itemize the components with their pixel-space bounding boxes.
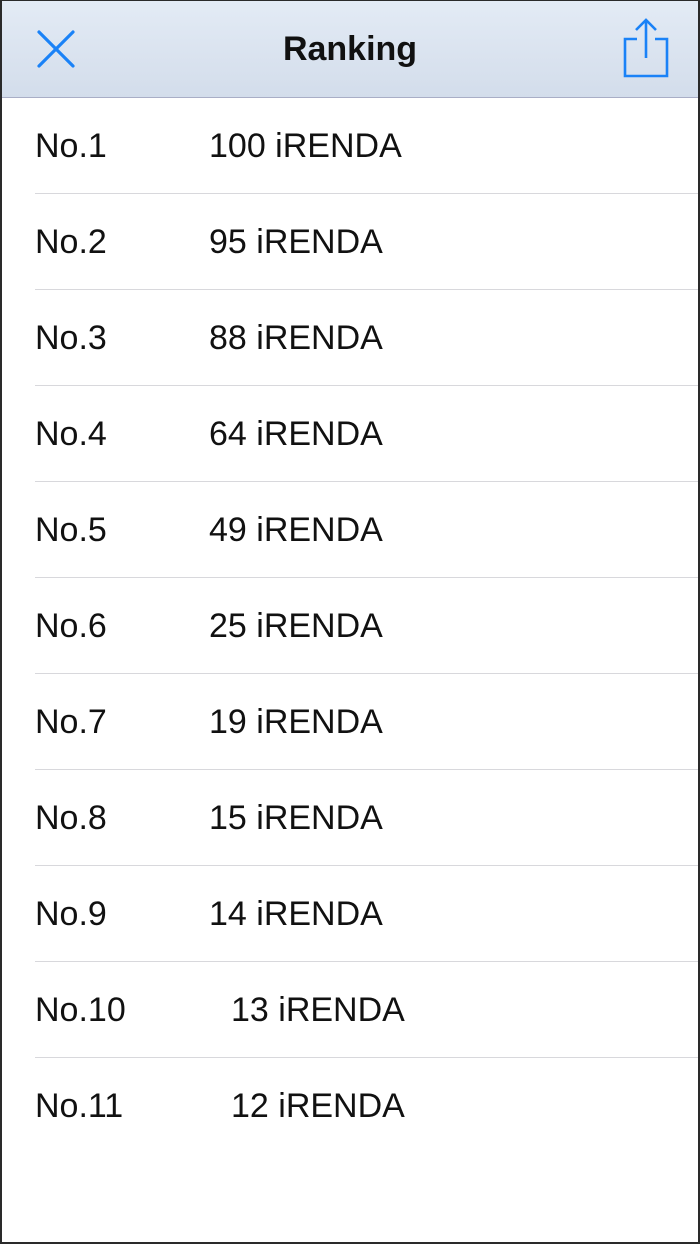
score-label: 64 iRENDA	[209, 415, 383, 453]
list-item: No.11 12 iRENDA	[2, 1058, 698, 1154]
ranking-screen: Ranking No.1 100 iRENDA No.2 95 iRENDA N…	[0, 0, 700, 1244]
score-label: 13 iRENDA	[231, 991, 405, 1029]
rank-label: No.11	[35, 1087, 124, 1125]
rank-label: No.4	[35, 415, 107, 453]
ranking-list: No.1 100 iRENDA No.2 95 iRENDA No.3 88 i…	[2, 98, 698, 1154]
rank-label: No.9	[35, 895, 107, 933]
list-item: No.9 14 iRENDA	[2, 866, 698, 962]
rank-label: No.8	[35, 799, 107, 837]
rank-label: No.6	[35, 607, 107, 645]
list-item: No.2 95 iRENDA	[2, 194, 698, 290]
rank-label: No.3	[35, 319, 107, 357]
score-label: 25 iRENDA	[209, 607, 383, 645]
share-icon[interactable]	[618, 15, 674, 81]
navigation-bar: Ranking	[2, 1, 698, 98]
score-label: 95 iRENDA	[209, 223, 383, 261]
list-item: No.5 49 iRENDA	[2, 482, 698, 578]
score-label: 19 iRENDA	[209, 703, 383, 741]
page-title: Ranking	[282, 30, 418, 68]
score-label: 14 iRENDA	[209, 895, 383, 933]
list-item: No.8 15 iRENDA	[2, 770, 698, 866]
score-label: 12 iRENDA	[231, 1087, 405, 1125]
list-item: No.3 88 iRENDA	[2, 290, 698, 386]
rank-label: No.1	[35, 127, 107, 165]
score-label: 49 iRENDA	[209, 511, 383, 549]
list-item: No.1 100 iRENDA	[2, 98, 698, 194]
rank-label: No.5	[35, 511, 107, 549]
list-item: No.6 25 iRENDA	[2, 578, 698, 674]
list-item: No.7 19 iRENDA	[2, 674, 698, 770]
rank-label: No.2	[35, 223, 107, 261]
list-item: No.4 64 iRENDA	[2, 386, 698, 482]
score-label: 88 iRENDA	[209, 319, 383, 357]
rank-label: No.10	[35, 991, 126, 1029]
list-item: No.10 13 iRENDA	[2, 962, 698, 1058]
score-label: 15 iRENDA	[209, 799, 383, 837]
score-label: 100 iRENDA	[209, 127, 402, 165]
rank-label: No.7	[35, 703, 107, 741]
